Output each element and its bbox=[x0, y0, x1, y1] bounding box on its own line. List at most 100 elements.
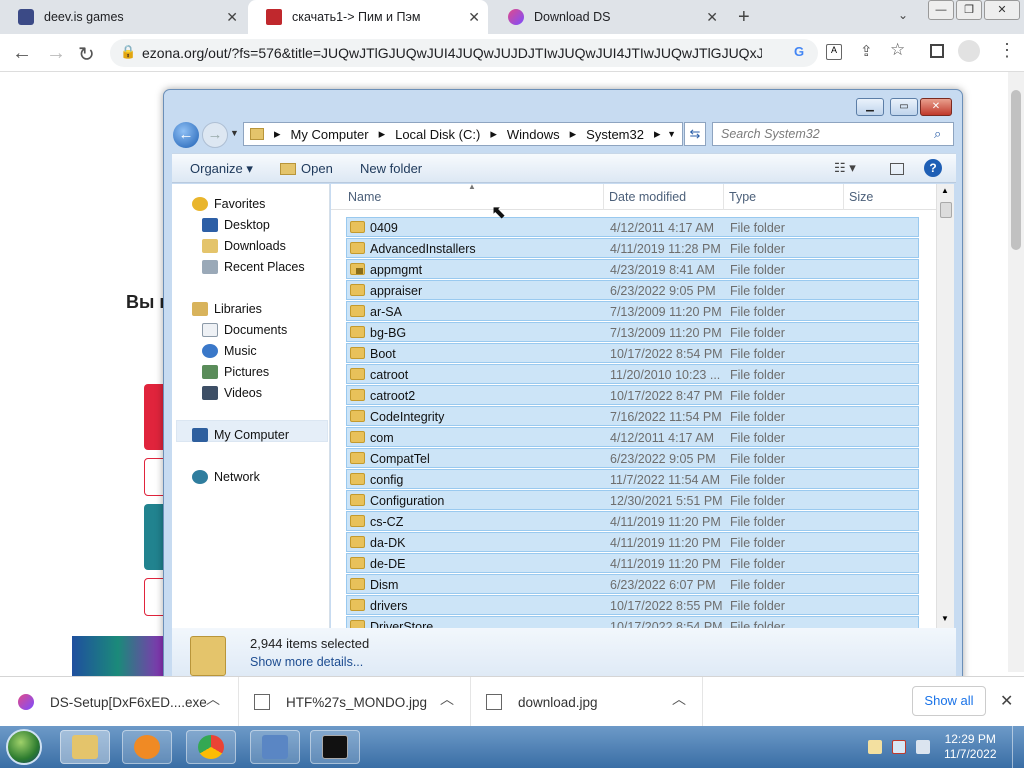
help-icon[interactable]: ? bbox=[924, 159, 942, 177]
tray-action-center-icon[interactable] bbox=[868, 740, 882, 754]
table-row[interactable]: da-DK 4/11/2019 11:20 PM File folder bbox=[346, 532, 919, 552]
close-window-button[interactable]: ✕ bbox=[984, 0, 1020, 20]
translate-icon[interactable]: A bbox=[826, 44, 842, 60]
table-row[interactable]: com 4/12/2011 4:17 AM File folder bbox=[346, 427, 919, 447]
profile-avatar-icon[interactable] bbox=[958, 40, 980, 62]
close-shelf-icon[interactable]: ✕ bbox=[1000, 691, 1013, 711]
nav-pictures[interactable]: Pictures bbox=[202, 362, 269, 382]
nav-libraries[interactable]: Libraries bbox=[192, 299, 262, 319]
table-row[interactable]: appmgmt 4/23/2019 8:41 AM File folder bbox=[346, 259, 919, 279]
organize-button[interactable]: Organize ▾ bbox=[190, 161, 253, 177]
table-row[interactable]: de-DE 4/11/2019 11:20 PM File folder bbox=[346, 553, 919, 573]
show-all-button[interactable]: Show all bbox=[912, 686, 986, 716]
nav-documents[interactable]: Documents bbox=[202, 320, 287, 340]
forward-arrow-icon[interactable]: → bbox=[46, 42, 66, 65]
explorer-address-bar[interactable]: ▸ My Computer ▸ Local Disk (C:) ▸ Window… bbox=[243, 122, 683, 146]
col-name[interactable]: Name bbox=[348, 190, 381, 204]
download-item-ds-setup[interactable]: DS-Setup[DxF6xED....exe bbox=[18, 694, 207, 710]
reload-icon[interactable]: ↻ bbox=[78, 42, 95, 67]
view-options-icon[interactable]: ☷ ▾ bbox=[834, 160, 856, 176]
search-icon[interactable]: ⌕ bbox=[934, 126, 941, 142]
table-row[interactable]: Boot 10/17/2022 8:54 PM File folder bbox=[346, 343, 919, 363]
preview-pane-icon[interactable] bbox=[890, 163, 904, 175]
nav-network[interactable]: Network bbox=[192, 467, 260, 487]
close-icon[interactable]: ✕ bbox=[226, 9, 238, 26]
tab-deev-games[interactable]: deev.is games ✕ bbox=[0, 0, 246, 34]
chevron-up-icon[interactable]: ︿ bbox=[440, 689, 454, 709]
table-row[interactable]: CodeIntegrity 7/16/2022 11:54 PM File fold… bbox=[346, 406, 919, 426]
new-tab-plus-icon[interactable]: + bbox=[738, 6, 750, 29]
close-icon[interactable]: ✕ bbox=[468, 9, 480, 26]
taskbar-explorer[interactable] bbox=[60, 730, 110, 764]
open-button[interactable]: Open bbox=[301, 161, 333, 176]
page-scrollbar[interactable] bbox=[1008, 72, 1024, 672]
nav-downloads[interactable]: Downloads bbox=[202, 236, 286, 256]
show-desktop-button[interactable] bbox=[1012, 726, 1024, 768]
nav-favorites[interactable]: Favorites bbox=[192, 194, 265, 214]
col-divider[interactable] bbox=[603, 184, 604, 210]
tab-download-ds[interactable]: Download DS ✕ bbox=[490, 0, 726, 34]
share-icon[interactable]: ⇪ bbox=[860, 42, 873, 60]
nav-my-computer[interactable]: My Computer bbox=[192, 425, 289, 445]
breadcrumb-system32[interactable]: System32 bbox=[586, 127, 644, 142]
breadcrumb-windows[interactable]: Windows bbox=[507, 127, 560, 142]
table-row[interactable]: bg-BG 7/13/2009 11:20 PM File folder bbox=[346, 322, 919, 342]
table-row[interactable]: appraiser 6/23/2022 9:05 PM File folder bbox=[346, 280, 919, 300]
back-arrow-icon[interactable]: ← bbox=[12, 42, 32, 65]
taskbar-control-panel[interactable] bbox=[250, 730, 300, 764]
download-item-mondo[interactable]: HTF%27s_MONDO.jpg bbox=[254, 694, 427, 710]
taskbar-chrome[interactable] bbox=[186, 730, 236, 764]
breadcrumb-local-disk[interactable]: Local Disk (C:) bbox=[395, 127, 480, 142]
google-icon[interactable]: G bbox=[794, 44, 804, 59]
menu-kebab-icon[interactable]: ⋮ bbox=[998, 40, 1016, 61]
explorer-back-icon[interactable]: ← bbox=[173, 122, 199, 148]
table-row[interactable]: catroot 11/20/2010 10:23 ... File folder bbox=[346, 364, 919, 384]
tray-volume-icon[interactable] bbox=[916, 740, 930, 754]
address-dropdown-icon[interactable]: ▼ bbox=[667, 129, 676, 139]
chevron-up-icon[interactable]: ︿ bbox=[206, 689, 220, 709]
table-row[interactable]: cs-CZ 4/11/2019 11:20 PM File folder bbox=[346, 511, 919, 531]
nav-music[interactable]: Music bbox=[202, 341, 257, 361]
tab-search-chevron-icon[interactable]: ⌄ bbox=[898, 8, 908, 22]
new-folder-button[interactable]: New folder bbox=[360, 161, 422, 176]
close-icon[interactable]: ✕ bbox=[706, 9, 718, 26]
col-type[interactable]: Type bbox=[729, 190, 756, 204]
tab-pim-pam[interactable]: скачать1-> Пим и Пэм ✕ bbox=[248, 0, 488, 34]
breadcrumb-my-computer[interactable]: My Computer bbox=[291, 127, 369, 142]
scroll-thumb[interactable] bbox=[940, 202, 952, 218]
explorer-maximize-button[interactable]: ▭ bbox=[890, 98, 918, 116]
table-row[interactable]: Dism 6/23/2022 6:07 PM File folder bbox=[346, 574, 919, 594]
nav-recent-places[interactable]: Recent Places bbox=[202, 257, 305, 277]
restore-button[interactable]: ❐ bbox=[956, 0, 982, 20]
table-row[interactable]: AdvancedInstallers 4/11/2019 11:28 PM File… bbox=[346, 238, 919, 258]
explorer-forward-icon[interactable]: → bbox=[202, 122, 228, 148]
tray-network-icon[interactable] bbox=[892, 740, 906, 754]
col-divider[interactable] bbox=[843, 184, 844, 210]
table-row[interactable]: ar-SA 7/13/2009 11:20 PM File folder bbox=[346, 301, 919, 321]
star-icon[interactable]: ☆ bbox=[890, 40, 905, 60]
col-divider[interactable] bbox=[723, 184, 724, 210]
col-date-modified[interactable]: Date modified bbox=[609, 190, 686, 204]
explorer-close-button[interactable]: ✕ bbox=[920, 98, 952, 116]
history-dropdown-icon[interactable]: ▼ bbox=[230, 128, 239, 138]
start-button[interactable] bbox=[6, 729, 42, 765]
explorer-minimize-button[interactable]: ▁ bbox=[856, 98, 884, 116]
table-row[interactable]: config 11/7/2022 11:54 AM File folder bbox=[346, 469, 919, 489]
side-panel-icon[interactable] bbox=[930, 44, 944, 58]
table-row[interactable]: DriverStore 10/17/2022 8:54 PM File folder bbox=[346, 616, 919, 628]
scroll-down-icon[interactable]: ▼ bbox=[941, 614, 949, 623]
scroll-up-icon[interactable]: ▲ bbox=[941, 186, 949, 195]
chevron-up-icon[interactable]: ︿ bbox=[672, 689, 686, 709]
table-row[interactable]: CompatTel 6/23/2022 9:05 PM File folder bbox=[346, 448, 919, 468]
search-input[interactable]: Search System32 bbox=[712, 122, 954, 146]
table-row[interactable]: Configuration 12/30/2021 5:51 PM File fold… bbox=[346, 490, 919, 510]
scroll-thumb[interactable] bbox=[1011, 90, 1021, 250]
minimize-button[interactable]: — bbox=[928, 0, 954, 20]
table-row[interactable]: drivers 10/17/2022 8:55 PM File folder bbox=[346, 595, 919, 615]
taskbar-cmd[interactable] bbox=[310, 730, 360, 764]
table-row[interactable]: catroot2 10/17/2022 8:47 PM File folder bbox=[346, 385, 919, 405]
refresh-icon[interactable]: ⇆ bbox=[684, 122, 706, 146]
download-item-download-jpg[interactable]: download.jpg bbox=[486, 694, 598, 710]
nav-desktop[interactable]: Desktop bbox=[202, 215, 270, 235]
nav-videos[interactable]: Videos bbox=[202, 383, 262, 403]
